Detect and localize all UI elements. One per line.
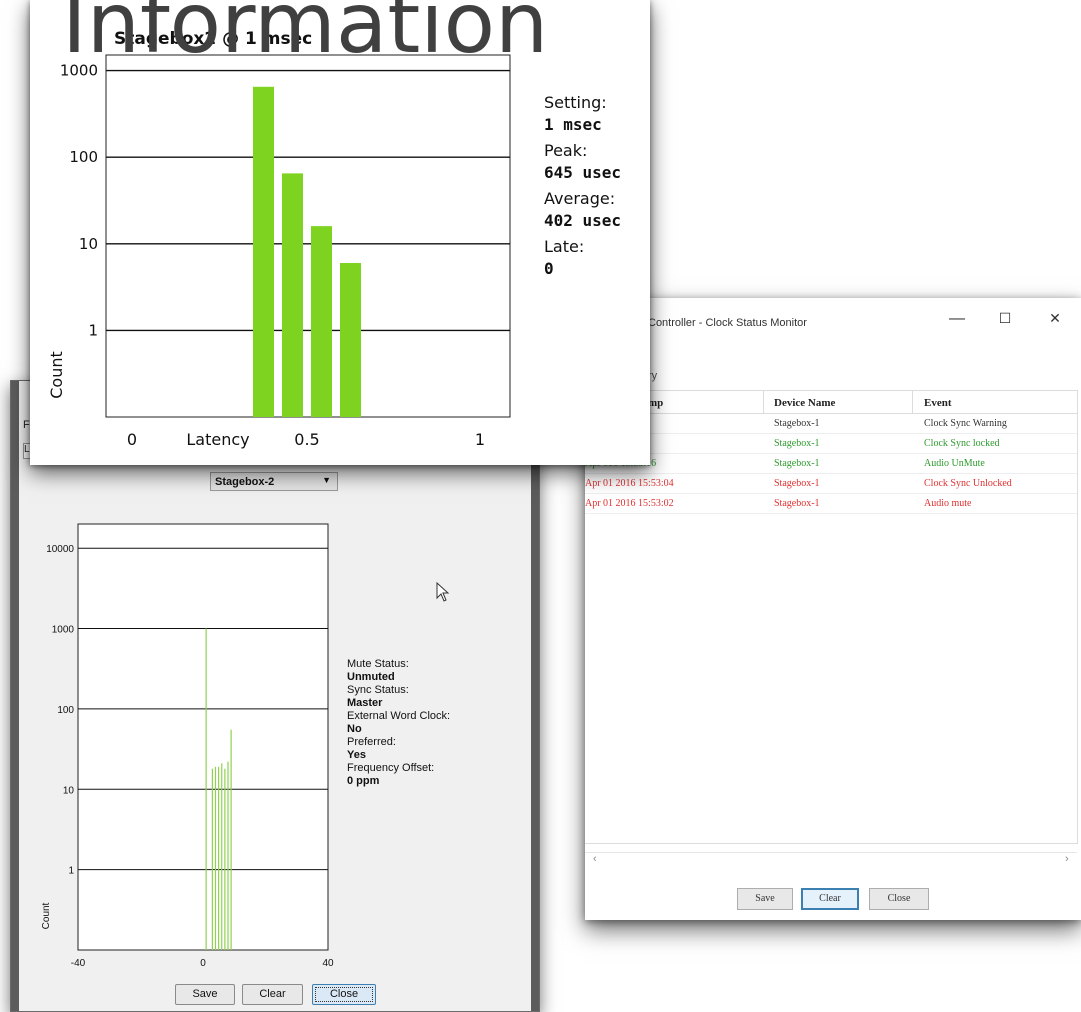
minimize-button[interactable]: — <box>947 310 967 328</box>
y-tick-label: 1 <box>68 866 74 877</box>
scroll-left-arrow[interactable]: ‹ <box>593 853 597 865</box>
table-row[interactable]: Apr 01 2016 15:53:04 Stagebox-1 Clock Sync… <box>585 473 1077 494</box>
y-tick-label: 100 <box>57 705 74 716</box>
save-button[interactable]: Save <box>175 984 235 1005</box>
column-header-timestamp[interactable]: mp <box>648 397 663 409</box>
y-tick-label: 1 <box>88 321 98 339</box>
histogram-bar <box>340 263 361 417</box>
clock-status-monitor-window: Controller - Clock Status Monitor — ☐ ✕ … <box>585 298 1081 920</box>
cell-device: Stagebox-1 <box>774 498 820 509</box>
frequency-offset-value: 0 ppm <box>347 775 380 787</box>
menu-file[interactable]: F <box>23 419 30 431</box>
histogram-bar <box>311 226 332 417</box>
y-tick-label: 1000 <box>52 625 75 636</box>
popup-latency-chart: Stagebox2 @ 1 msec 1000 100 10 1 0 0.5 1 Late… <box>47 29 511 449</box>
event-table: mp Device Name Event 016 15:53:17Stagebo… <box>585 390 1078 844</box>
cell-device: Stagebox-1 <box>774 418 820 429</box>
plot-area <box>105 54 511 418</box>
column-divider <box>912 391 913 413</box>
y-tick-label: 1000 <box>60 62 98 80</box>
frequency-offset-label: Frequency Offset: <box>347 762 435 774</box>
late-value: 0 <box>544 259 554 278</box>
word-clock-label: External Word Clock: <box>347 710 451 722</box>
mouse-pointer-icon <box>436 582 450 602</box>
peak-label: Peak: <box>544 141 588 160</box>
clear-button[interactable]: Clear <box>801 888 859 910</box>
table-row[interactable]: 016 15:53:16Stagebox-1Clock Sync locked <box>585 433 1077 454</box>
column-header-device[interactable]: Device Name <box>774 397 835 409</box>
cell-event: Clock Sync Warning <box>924 418 1007 429</box>
y-axis-label: Count <box>47 351 66 399</box>
plot-area <box>77 523 329 951</box>
window-frame <box>531 381 539 1011</box>
word-clock-value: No <box>347 723 362 735</box>
x-tick-label: 0 <box>200 958 206 969</box>
device-select-value: Stagebox-2 <box>215 476 275 488</box>
device-status-panel: Mute Status: Unmuted Sync Status: Master… <box>347 658 450 788</box>
x-tick-label: 40 <box>322 958 334 969</box>
mute-status-value: Unmuted <box>347 671 395 683</box>
close-button[interactable]: Close <box>312 984 376 1005</box>
average-label: Average: <box>544 189 616 208</box>
table-header: mp Device Name Event <box>585 391 1077 414</box>
scroll-right-arrow[interactable]: › <box>1065 853 1069 865</box>
preferred-value: Yes <box>347 749 366 761</box>
window-title: Controller - Clock Status Monitor <box>648 317 807 329</box>
y-tick-label: 10000 <box>46 544 74 555</box>
y-axis-label: Count <box>41 902 52 929</box>
cell-event: Audio mute <box>924 498 972 509</box>
y-tick-label: 10 <box>63 785 75 796</box>
setting-value: 1 msec <box>544 115 602 134</box>
x-axis-label: Latency <box>186 430 249 449</box>
latency-histogram-chart: 10000 1000 100 10 1 -40 0 40 Count <box>41 523 334 969</box>
column-divider <box>763 391 764 413</box>
average-value: 402 usec <box>544 211 622 230</box>
column-header-event[interactable]: Event <box>924 397 952 409</box>
cell-device: Stagebox-1 <box>774 438 820 449</box>
save-button[interactable]: Save <box>737 888 793 910</box>
cell-time: Apr 01 2016 15:53:04 <box>585 478 674 489</box>
x-tick-label: -40 <box>71 958 86 969</box>
device-select[interactable]: Stagebox-2 ▼ <box>210 472 338 491</box>
clear-button[interactable]: Clear <box>242 984 303 1005</box>
cell-event: Clock Sync Unlocked <box>924 478 1012 489</box>
sync-status-value: Master <box>347 697 383 709</box>
close-window-button[interactable]: ✕ <box>1045 310 1065 327</box>
window-frame <box>11 381 19 1011</box>
y-tick-label: 100 <box>69 148 98 166</box>
horizontal-scrollbar[interactable]: ‹ › <box>585 852 1077 867</box>
y-tick-label: 10 <box>79 235 98 253</box>
cell-time: Apr 01 2016 15:53:02 <box>585 498 674 509</box>
latency-window: F L Stagebox-2 ▼ 10000 1000 100 10 1 -40 0 40 … <box>10 380 540 1012</box>
x-tick-label: 1 <box>475 430 485 449</box>
sync-status-label: Sync Status: <box>347 684 409 696</box>
maximize-button[interactable]: ☐ <box>995 310 1015 327</box>
mute-status-label: Mute Status: <box>347 658 409 670</box>
table-row[interactable]: Apr 016 15:53:16Stagebox-1Audio UnMute <box>585 453 1077 474</box>
close-button[interactable]: Close <box>869 888 929 910</box>
histogram-bar <box>282 173 303 417</box>
histogram-bar <box>253 86 274 417</box>
preferred-label: Preferred: <box>347 736 396 748</box>
peak-value: 645 usec <box>544 163 622 182</box>
cell-event: Clock Sync locked <box>924 438 1000 449</box>
chevron-down-icon: ▼ <box>322 475 331 485</box>
table-row[interactable]: 016 15:53:17Stagebox-1Clock Sync Warning <box>585 413 1077 434</box>
chart-title: Stagebox2 @ 1 msec <box>114 29 312 49</box>
stagebox-latency-popup: Stagebox2 @ 1 msec 1000 100 10 1 0 0.5 1 Late… <box>30 0 650 465</box>
setting-label: Setting: <box>544 93 607 112</box>
x-tick-label: 0.5 <box>294 430 319 449</box>
cell-device: Stagebox-1 <box>774 478 820 489</box>
table-row[interactable]: Apr 01 2016 15:53:02 Stagebox-1 Audio mute <box>585 493 1077 514</box>
latency-stats-panel: Setting: 1 msec Peak: 645 usec Average: … <box>544 92 621 284</box>
late-label: Late: <box>544 237 585 256</box>
x-tick-label: 0 <box>127 430 137 449</box>
cell-device: Stagebox-1 <box>774 458 820 469</box>
cell-event: Audio UnMute <box>924 458 985 469</box>
